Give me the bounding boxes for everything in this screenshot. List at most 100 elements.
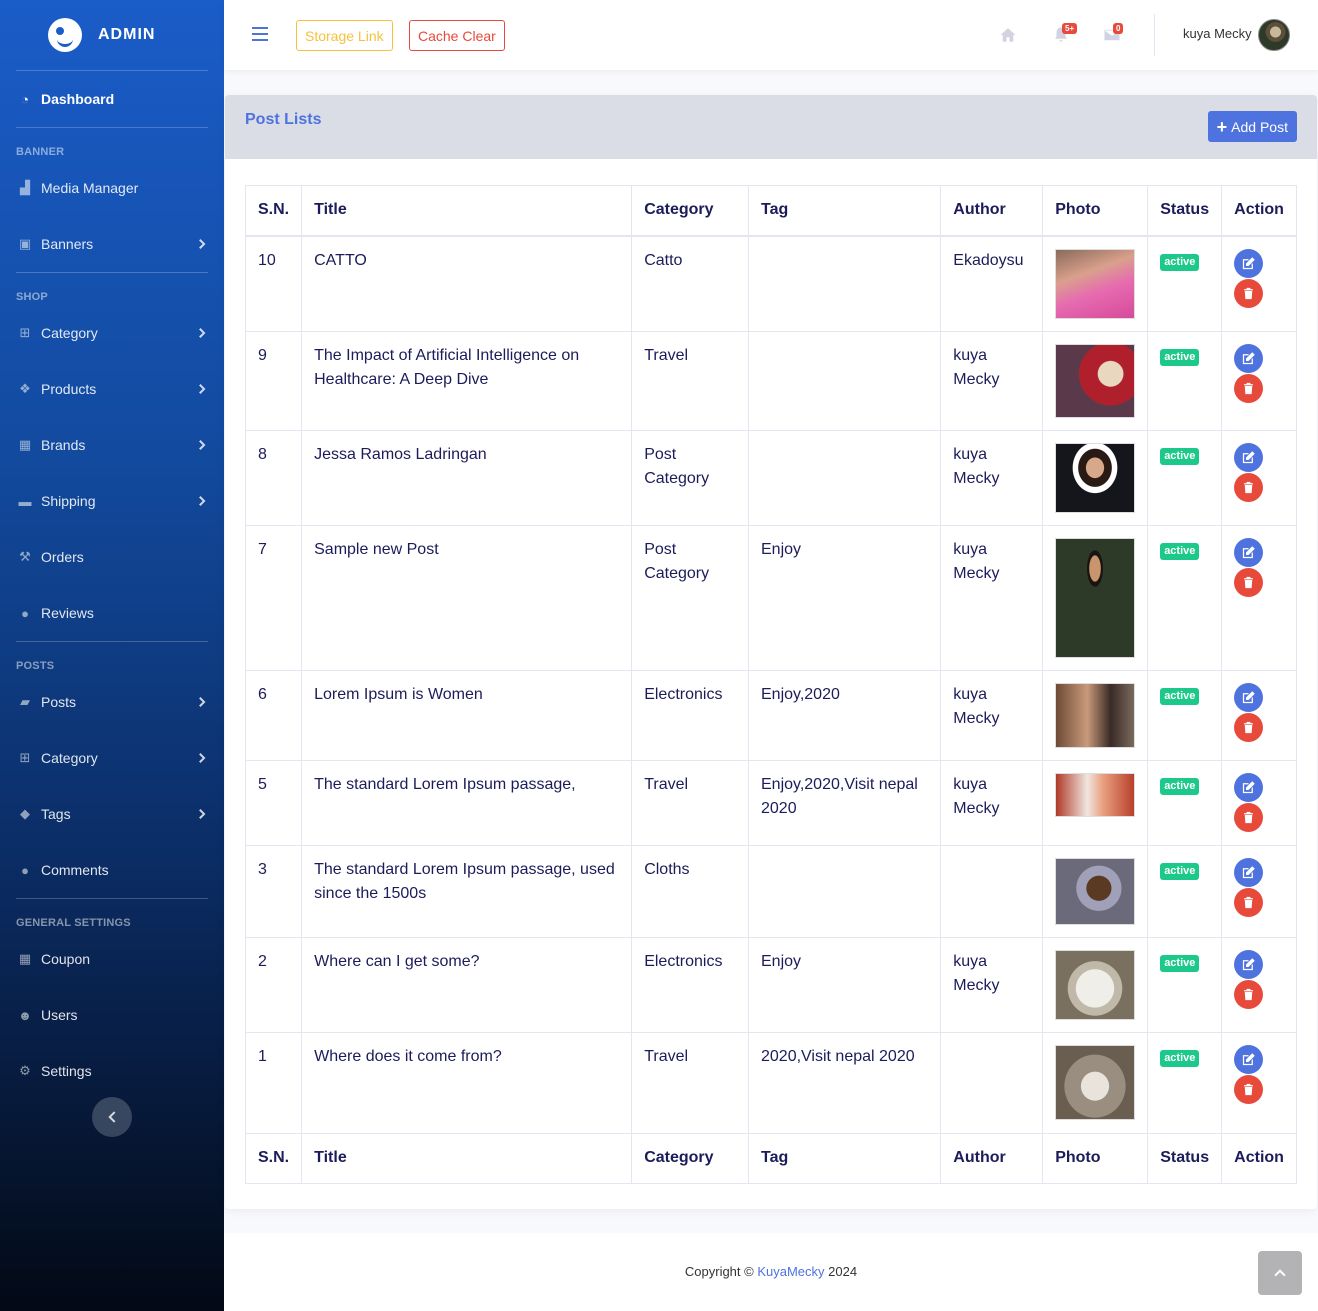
add-post-button[interactable]: + Add Post bbox=[1207, 111, 1297, 142]
comments-icon: ● bbox=[21, 605, 29, 621]
edit-icon bbox=[1243, 865, 1255, 878]
cell-title: The Impact of Artificial Intelligence on… bbox=[301, 330, 633, 431]
post-thumbnail[interactable] bbox=[1055, 248, 1136, 319]
edit-button[interactable] bbox=[1234, 248, 1264, 278]
cache-clear-button[interactable]: Cache Clear bbox=[409, 20, 505, 51]
delete-button[interactable] bbox=[1234, 278, 1264, 308]
delete-button[interactable] bbox=[1234, 472, 1264, 502]
cell-title: Where does it come from? bbox=[301, 1031, 633, 1134]
delete-button[interactable] bbox=[1234, 373, 1264, 403]
home-icon[interactable] bbox=[998, 26, 1018, 44]
footer-brand-link[interactable]: KuyaMecky bbox=[757, 1264, 824, 1279]
sidebar-heading-shop: SHOP bbox=[16, 291, 48, 303]
cell-action bbox=[1221, 759, 1297, 846]
delete-button[interactable] bbox=[1234, 567, 1264, 597]
sidebar-item-coupon[interactable]: ▦ Coupon bbox=[0, 931, 224, 987]
sidebar-item-label: Users bbox=[41, 1007, 78, 1023]
column-header[interactable]: Title bbox=[301, 185, 633, 237]
status-badge: active bbox=[1160, 777, 1200, 795]
edit-button[interactable] bbox=[1234, 537, 1264, 567]
post-thumbnail[interactable] bbox=[1055, 537, 1136, 658]
cell-photo bbox=[1042, 844, 1149, 938]
cell-category: Post Category bbox=[631, 524, 749, 671]
delete-button[interactable] bbox=[1234, 802, 1264, 832]
post-list-card: Post Lists + Add Post S.N. Title Categor… bbox=[225, 95, 1317, 1209]
sidebar-item-products[interactable]: ❖ Products bbox=[0, 361, 224, 417]
cell-author: kuya Mecky bbox=[940, 759, 1044, 846]
sidebar-item-shipping[interactable]: ▬ Shipping bbox=[0, 473, 224, 529]
cell-author: kuya Mecky bbox=[940, 429, 1044, 526]
column-header[interactable]: Category bbox=[631, 185, 749, 237]
sidebar-item-posts[interactable]: ▰ Posts bbox=[0, 674, 224, 730]
sidebar-item-comments[interactable]: ● Comments bbox=[0, 842, 224, 898]
sidebar-item-dashboard[interactable]: ◔ Dashboard bbox=[0, 71, 224, 127]
column-header[interactable]: Status bbox=[1147, 185, 1223, 237]
post-thumbnail[interactable] bbox=[1055, 343, 1136, 418]
smiley-logo-icon bbox=[48, 18, 82, 52]
bell-icon[interactable]: 5+ bbox=[1051, 23, 1078, 44]
cell-photo bbox=[1042, 524, 1149, 671]
delete-button[interactable] bbox=[1234, 887, 1264, 917]
sidebar-item-tags[interactable]: ◆ Tags bbox=[0, 786, 224, 842]
cell-action bbox=[1221, 669, 1297, 761]
sidebar-item-media-manager[interactable]: ▟ Media Manager bbox=[0, 160, 224, 216]
edit-button[interactable] bbox=[1234, 1044, 1264, 1074]
sidebar-item-settings[interactable]: ⚙ Settings bbox=[0, 1043, 224, 1099]
cell-title: The standard Lorem Ipsum passage, bbox=[301, 759, 633, 846]
edit-button[interactable] bbox=[1234, 682, 1264, 712]
sidebar-item-brands[interactable]: ▦ Brands bbox=[0, 417, 224, 473]
post-thumbnail[interactable] bbox=[1055, 772, 1136, 817]
edit-icon bbox=[1243, 780, 1255, 793]
edit-icon bbox=[1243, 351, 1255, 364]
sidebar-item-label: Dashboard bbox=[41, 91, 115, 107]
delete-button[interactable] bbox=[1234, 712, 1264, 742]
post-thumbnail[interactable] bbox=[1055, 949, 1136, 1020]
sidebar-item-orders[interactable]: ⚒ Orders bbox=[0, 529, 224, 585]
column-header[interactable]: Action bbox=[1221, 185, 1297, 237]
chevron-right-icon bbox=[195, 809, 206, 819]
delete-button[interactable] bbox=[1234, 1074, 1264, 1104]
menu-toggle-icon[interactable] bbox=[252, 27, 268, 41]
edit-button[interactable] bbox=[1234, 949, 1264, 979]
avatar[interactable] bbox=[1258, 19, 1290, 51]
brand[interactable]: ADMIN bbox=[0, 0, 224, 70]
cell-category: Travel bbox=[631, 1031, 749, 1134]
envelope-icon[interactable]: 0 bbox=[1102, 23, 1124, 44]
sidebar-item-users[interactable]: ☻ Users bbox=[0, 987, 224, 1043]
edit-icon bbox=[1243, 957, 1255, 970]
sidebar-toggle-button[interactable] bbox=[92, 1097, 132, 1137]
post-thumbnail[interactable] bbox=[1055, 682, 1136, 748]
sidebar-item-reviews[interactable]: ● Reviews bbox=[0, 585, 224, 641]
sidebar-item-post-category[interactable]: ⊞ Category bbox=[0, 730, 224, 786]
delete-button[interactable] bbox=[1234, 979, 1264, 1009]
storage-link-button[interactable]: Storage Link bbox=[296, 20, 393, 51]
sidebar-item-category[interactable]: ⊞ Category bbox=[0, 305, 224, 361]
sidebar-item-banners[interactable]: ▣ Banners bbox=[0, 216, 224, 272]
cell-status: active bbox=[1147, 429, 1223, 526]
sidebar-item-label: Comments bbox=[41, 862, 109, 878]
scroll-to-top-button[interactable] bbox=[1258, 1251, 1302, 1295]
post-thumbnail[interactable] bbox=[1055, 442, 1136, 513]
post-thumbnail[interactable] bbox=[1055, 857, 1136, 925]
column-header[interactable]: Photo bbox=[1042, 185, 1149, 237]
trash-icon bbox=[1244, 576, 1254, 588]
column-header[interactable]: Tag bbox=[747, 185, 942, 237]
column-header[interactable]: Author bbox=[940, 185, 1044, 237]
edit-icon bbox=[1243, 256, 1255, 269]
cell-author bbox=[940, 1031, 1044, 1134]
post-thumbnail[interactable] bbox=[1055, 1044, 1136, 1120]
user-name[interactable]: kuya Mecky bbox=[1183, 26, 1252, 41]
edit-icon bbox=[1243, 545, 1255, 558]
cubes-icon: ❖ bbox=[19, 381, 31, 396]
trash-icon bbox=[1244, 811, 1254, 823]
sidebar-heading-posts: POSTS bbox=[16, 660, 55, 672]
chevron-right-icon bbox=[195, 496, 206, 506]
footer: Copyright © KuyaMecky 2024 bbox=[224, 1233, 1318, 1311]
edit-button[interactable] bbox=[1234, 772, 1264, 802]
edit-button[interactable] bbox=[1234, 442, 1264, 472]
cell-status: active bbox=[1147, 844, 1223, 938]
edit-button[interactable] bbox=[1234, 857, 1264, 887]
edit-button[interactable] bbox=[1234, 343, 1264, 373]
column-header[interactable]: S.N. bbox=[244, 185, 303, 237]
table-row: 8 Jessa Ramos Ladringan Post Category kuya … bbox=[244, 429, 1297, 526]
